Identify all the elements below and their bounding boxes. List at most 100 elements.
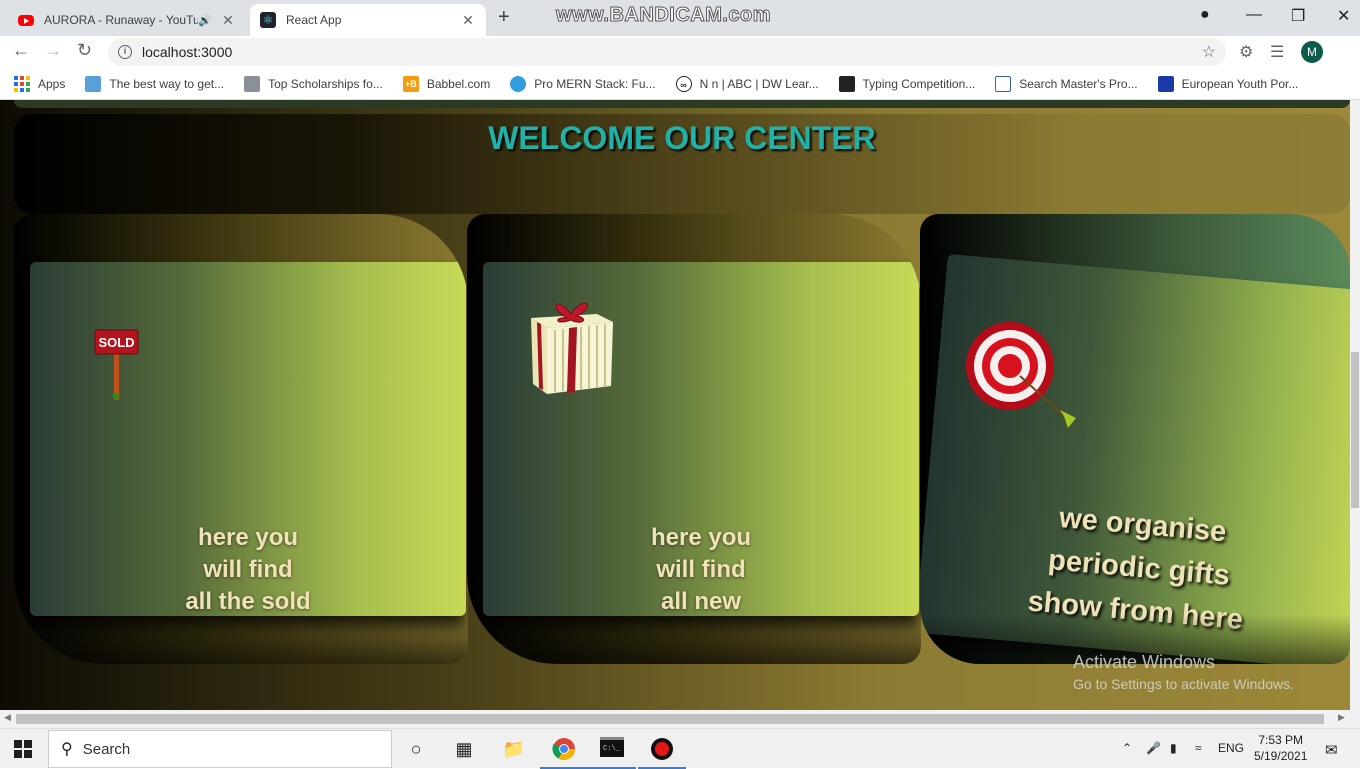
close-tab-icon[interactable]: ✕ — [220, 12, 236, 29]
babbel-icon: +B — [402, 75, 419, 92]
previous-section-edge — [14, 100, 1350, 108]
profile-avatar[interactable]: M — [1301, 41, 1323, 63]
clock-date: 5/19/2021 — [1254, 749, 1308, 763]
sold-sign-text: SOLD — [98, 335, 134, 350]
system-clock[interactable]: 7:53 PM 5/19/2021 — [1254, 732, 1307, 764]
speaker-icon[interactable]: 🔊 — [198, 14, 212, 27]
address-bar[interactable]: i localhost:3000 ☆ — [108, 38, 1226, 66]
bookmark-label: Top Scholarships fo... — [268, 76, 383, 91]
forward-button[interactable]: → — [44, 40, 62, 61]
tab-title: React App — [286, 13, 342, 27]
activate-subtitle: Go to Settings to activate Windows. — [1073, 676, 1294, 692]
bookmark-apps[interactable]: Apps — [14, 75, 66, 92]
bookmark-label: Babbel.com — [426, 76, 491, 91]
dw-icon: ∞ — [675, 75, 692, 92]
close-window-button[interactable]: ✕ — [1337, 6, 1350, 26]
card-panel[interactable]: here you will find all new — [483, 262, 919, 616]
react-icon: ⚛ — [260, 12, 276, 28]
tab-search-icon[interactable]: ● — [1200, 6, 1210, 24]
maximize-button[interactable]: ❐ — [1291, 6, 1305, 26]
graduation-cap-icon — [244, 75, 261, 92]
page-viewport: WELCOME OUR CENTER SOLD here you will fi… — [0, 100, 1350, 710]
cortana-icon[interactable]: ○ — [404, 737, 428, 761]
bank-icon — [85, 75, 102, 92]
horizontal-scrollbar[interactable]: ◀ ▶ — [0, 710, 1360, 728]
bookmark-label: European Youth Por... — [1181, 76, 1299, 91]
vertical-scrollbar[interactable] — [1350, 100, 1360, 710]
bookmark-item[interactable]: European Youth Por... — [1157, 75, 1299, 92]
bandicam-record-icon[interactable] — [638, 737, 686, 769]
sold-sign-icon: SOLD — [94, 329, 139, 402]
bookmark-label: Apps — [38, 76, 66, 91]
start-button[interactable] — [14, 740, 32, 758]
tab-title: AURORA - Runaway - YouTube — [44, 13, 199, 27]
language-indicator[interactable]: ENG — [1218, 741, 1244, 755]
activate-windows-watermark: Activate Windows Go to Settings to activ… — [1073, 652, 1294, 692]
bookmark-item[interactable]: Pro MERN Stack: Fu... — [510, 75, 656, 92]
book-icon — [510, 75, 527, 92]
show-hidden-icons-chevron-icon[interactable]: ⌃ — [1122, 741, 1132, 755]
card-text: here you will find all new — [483, 522, 919, 618]
bookmark-item[interactable]: ∞ N n | ABC | DW Lear... — [675, 75, 819, 92]
youtube-icon — [18, 14, 34, 26]
card-shadow — [467, 614, 921, 664]
url-text: localhost:3000 — [142, 44, 233, 60]
bookmark-item[interactable]: Search Master's Pro... — [995, 75, 1138, 92]
scroll-left-arrow-icon[interactable]: ◀ — [4, 712, 11, 723]
card-panel[interactable]: SOLD here you will find all the sold — [30, 262, 466, 616]
bookmark-item[interactable]: The best way to get... — [85, 75, 225, 92]
tab-react-app[interactable]: ⚛ React App ✕ — [250, 4, 486, 36]
bookmark-item[interactable]: Top Scholarships fo... — [244, 75, 383, 92]
chrome-icon[interactable] — [540, 737, 588, 769]
notifications-icon[interactable]: ✉ — [1325, 741, 1338, 759]
bookmark-star-icon[interactable]: ☆ — [1202, 42, 1216, 62]
wifi-icon[interactable]: ≈ — [1195, 741, 1202, 755]
close-tab-icon[interactable]: ✕ — [460, 12, 476, 29]
bookmark-label: N n | ABC | DW Lear... — [699, 76, 819, 91]
task-view-icon[interactable]: ▦ — [452, 737, 476, 761]
scroll-thumb[interactable] — [16, 714, 1324, 724]
card-line: will find — [656, 556, 746, 583]
site-info-icon[interactable]: i — [118, 45, 132, 59]
card-shadow — [14, 614, 468, 664]
clock-time: 7:53 PM — [1258, 733, 1304, 747]
tab-strip: AURORA - Runaway - YouTube 🔊 ✕ ⚛ React A… — [0, 0, 1360, 36]
media-control-icon[interactable]: ☰ — [1270, 42, 1284, 62]
bookmark-label: Pro MERN Stack: Fu... — [534, 76, 656, 91]
scroll-thumb[interactable] — [1351, 352, 1359, 508]
minimize-button[interactable]: — — [1246, 6, 1262, 24]
card-gifts: we organise periodic gifts show from her… — [920, 214, 1350, 664]
battery-icon[interactable]: ▮ — [1170, 741, 1177, 755]
tab-youtube[interactable]: AURORA - Runaway - YouTube 🔊 ✕ — [8, 4, 246, 36]
typing-icon — [838, 75, 855, 92]
extensions-icon[interactable]: ⚙ — [1239, 42, 1253, 62]
bookmark-item[interactable]: Typing Competition... — [838, 75, 975, 92]
back-button[interactable]: ← — [12, 40, 30, 61]
file-explorer-icon[interactable]: 📁 — [502, 737, 526, 761]
page-title: WELCOME OUR CENTER — [488, 120, 876, 156]
windows-taskbar: ⚲ Search ○ ▦ 📁 C:\_ ⌃ 🎤 ▮ ≈ ENG 7:53 PM … — [0, 728, 1360, 769]
welcome-banner: WELCOME OUR CENTER — [14, 114, 1350, 214]
bookmark-label: Search Master's Pro... — [1019, 76, 1138, 91]
taskbar-search[interactable]: ⚲ Search — [48, 730, 392, 768]
scroll-right-arrow-icon[interactable]: ▶ — [1338, 712, 1345, 723]
card-line: here you — [650, 524, 752, 551]
terminal-icon[interactable]: C:\_ — [588, 737, 636, 769]
microphone-icon[interactable]: 🎤 — [1146, 741, 1161, 755]
bookmark-item[interactable]: +B Babbel.com — [402, 75, 491, 92]
apps-grid-icon — [14, 75, 30, 92]
svg-text:C:\_: C:\_ — [603, 745, 621, 753]
search-icon: ⚲ — [61, 741, 73, 758]
card-line: here you — [197, 524, 299, 551]
card-text: here you will find all the sold — [30, 522, 466, 618]
recorder-watermark: www.BANDICAM.com — [555, 4, 772, 27]
gift-box-icon — [531, 302, 613, 394]
eu-flag-icon — [1157, 75, 1174, 92]
target-icon — [966, 322, 1076, 428]
reload-button[interactable]: ↻ — [77, 40, 92, 61]
new-tab-button[interactable]: + — [498, 6, 510, 29]
activate-title: Activate Windows — [1073, 652, 1216, 672]
browser-toolbar: ← → ↻ i localhost:3000 ☆ ⚙ ☰ M — [0, 36, 1360, 68]
bookmark-label: The best way to get... — [109, 76, 225, 91]
university-icon — [995, 75, 1012, 92]
